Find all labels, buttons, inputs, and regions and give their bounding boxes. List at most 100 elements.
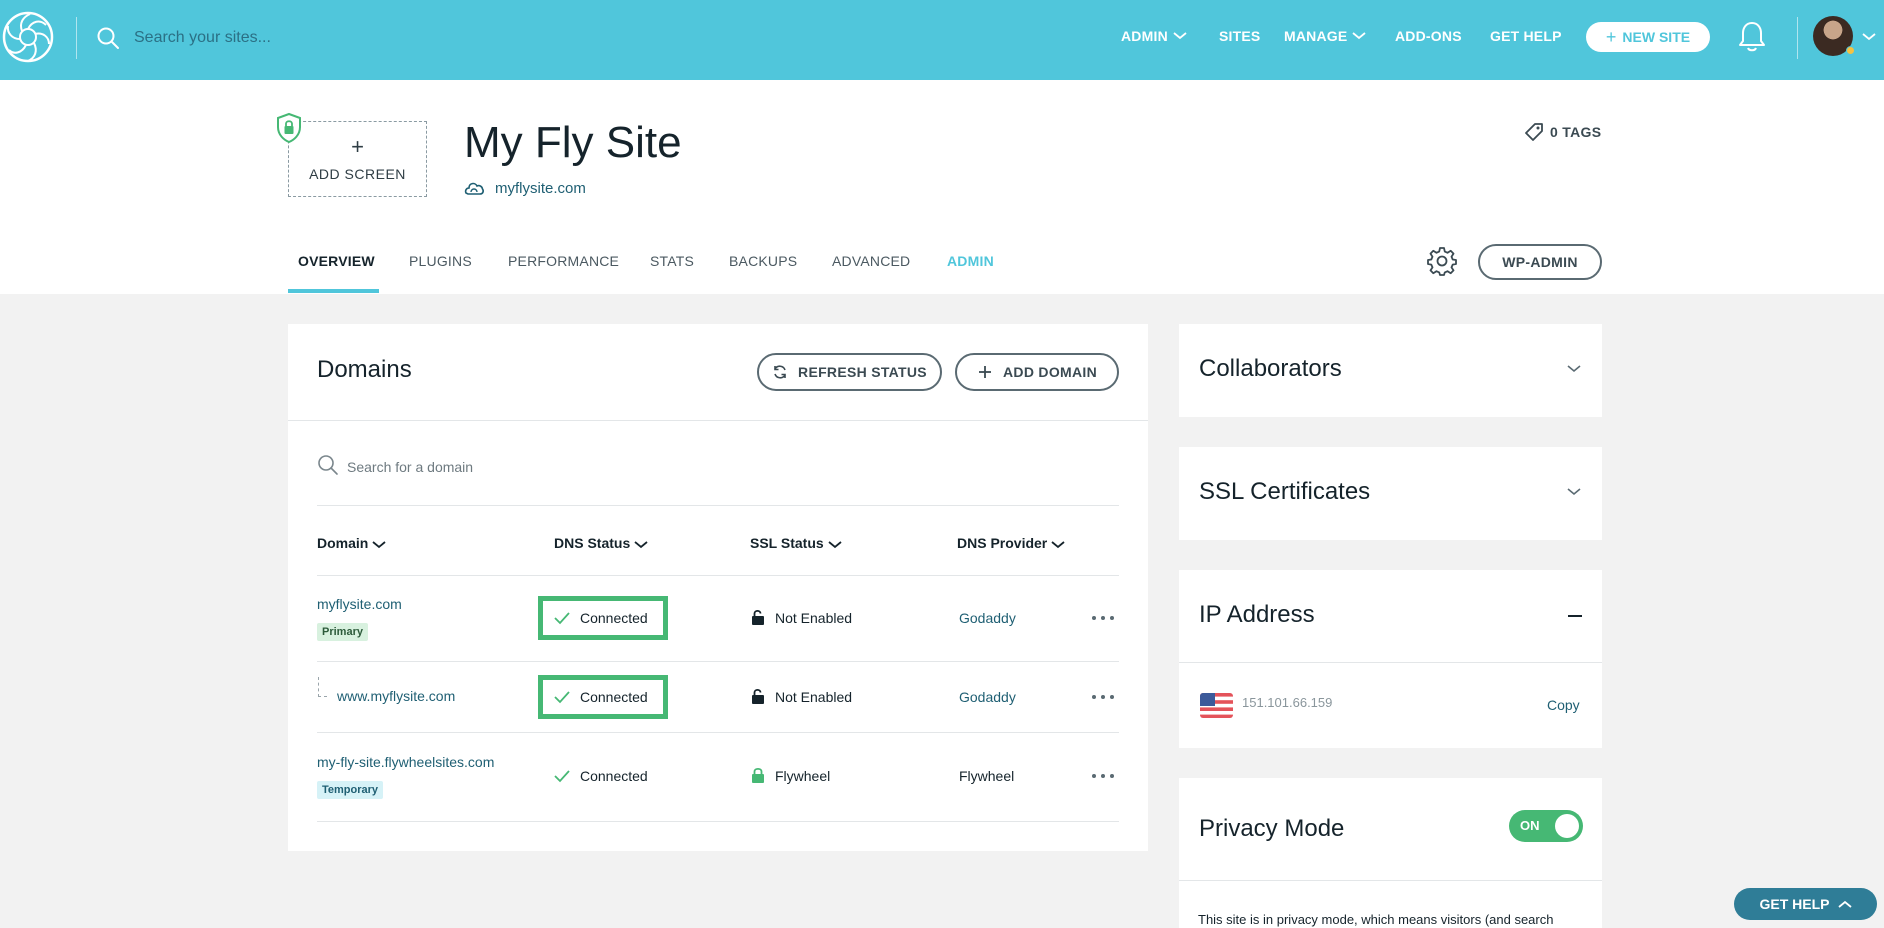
chevron-down-icon (372, 540, 386, 548)
flywheel-logo-icon[interactable] (2, 11, 54, 63)
column-header-ssl-status[interactable]: SSL Status (750, 535, 842, 551)
toggle-state-label: ON (1520, 818, 1540, 833)
chevron-down-icon[interactable] (1567, 488, 1581, 496)
add-domain-button[interactable]: ADD DOMAIN (955, 353, 1119, 391)
bell-icon[interactable] (1738, 20, 1766, 52)
divider (1179, 880, 1602, 881)
nav-admin-label: ADMIN (1121, 28, 1168, 44)
add-screen-button[interactable]: + ADD SCREEN (288, 121, 427, 197)
nav-manage-label: MANAGE (1284, 28, 1348, 44)
tab-backups[interactable]: BACKUPS (729, 253, 797, 269)
unlock-icon (752, 609, 764, 625)
column-header-dns-status[interactable]: DNS Status (554, 535, 648, 551)
chevron-up-icon (1837, 900, 1852, 908)
topbar-divider (1797, 17, 1798, 59)
ip-address-title: IP Address (1199, 601, 1315, 628)
page-title: My Fly Site (464, 118, 682, 167)
ssl-certificates-title: SSL Certificates (1199, 478, 1371, 505)
site-search-input[interactable] (134, 24, 494, 52)
dns-status: Connected (554, 689, 648, 705)
more-options-icon[interactable] (1091, 615, 1115, 621)
divider (317, 661, 1119, 662)
tab-plugins[interactable]: PLUGINS (409, 253, 472, 269)
tab-admin[interactable]: ADMIN (947, 253, 994, 269)
ssl-status: Not Enabled (751, 609, 852, 626)
nav-sites[interactable]: SITES (1219, 28, 1260, 44)
active-tab-indicator (288, 289, 379, 293)
chevron-down-icon[interactable] (1862, 33, 1876, 41)
get-help-button[interactable]: GET HELP (1734, 888, 1877, 920)
divider (317, 505, 1119, 506)
privacy-mode-card (1179, 778, 1602, 928)
column-header-label: DNS Provider (957, 535, 1048, 551)
wp-admin-button[interactable]: WP-ADMIN (1478, 244, 1602, 280)
dns-status-label: Connected (580, 768, 648, 784)
tags-label: 0 TAGS (1550, 124, 1602, 140)
toggle-knob (1555, 814, 1579, 838)
divider (288, 420, 1148, 421)
domain-link[interactable]: www.myflysite.com (337, 688, 455, 704)
nav-get-help[interactable]: GET HELP (1490, 28, 1562, 44)
refresh-status-button[interactable]: REFRESH STATUS (757, 353, 942, 391)
divider (317, 821, 1119, 822)
dns-provider: Flywheel (959, 768, 1015, 784)
ssl-status-label: Flywheel (775, 767, 831, 784)
tab-advanced[interactable]: ADVANCED (832, 253, 910, 269)
more-options-icon[interactable] (1091, 773, 1115, 779)
unlock-icon (752, 688, 764, 704)
new-site-button[interactable]: + NEW SITE (1586, 22, 1710, 52)
ip-address-card (1179, 570, 1602, 748)
site-url-link[interactable]: myflysite.com (495, 180, 586, 197)
column-header-label: DNS Status (554, 535, 631, 551)
new-site-label: NEW SITE (1622, 29, 1691, 45)
privacy-mode-title: Privacy Mode (1199, 815, 1345, 842)
nav-admin[interactable]: ADMIN (1121, 28, 1187, 44)
search-icon (97, 27, 119, 49)
ip-address-value: 151.101.66.159 (1242, 695, 1333, 710)
domain-link[interactable]: my-fly-site.flywheelsites.com (317, 754, 494, 770)
column-header-label: Domain (317, 535, 369, 551)
more-options-icon[interactable] (1091, 694, 1115, 700)
dns-provider-link[interactable]: Godaddy (959, 689, 1016, 705)
column-header-domain[interactable]: Domain (317, 535, 386, 551)
tags-button[interactable]: 0 TAGS (1524, 122, 1601, 142)
domains-title: Domains (317, 356, 412, 383)
copy-ip-link[interactable]: Copy (1547, 697, 1580, 713)
add-screen-label: ADD SCREEN (309, 166, 406, 182)
domain-search-input[interactable] (347, 456, 847, 478)
ssl-status: Not Enabled (751, 688, 852, 705)
shield-lock-icon (277, 112, 301, 144)
check-icon (554, 691, 570, 704)
plus-icon: + (1605, 27, 1617, 47)
nav-get-help-label: GET HELP (1490, 28, 1562, 44)
tab-stats[interactable]: STATS (650, 253, 694, 269)
divider (317, 732, 1119, 733)
chevron-down-icon (1352, 32, 1366, 40)
domain-link[interactable]: myflysite.com (317, 596, 402, 612)
collapse-icon[interactable] (1568, 615, 1582, 617)
ssl-status-label: Not Enabled (775, 688, 853, 705)
dns-status: Connected (554, 768, 648, 784)
tag-icon (1525, 123, 1543, 141)
refresh-icon (774, 365, 786, 379)
chevron-down-icon[interactable] (1567, 365, 1581, 373)
chevron-down-icon (1173, 32, 1187, 40)
search-icon (318, 455, 338, 475)
gear-icon[interactable] (1427, 246, 1457, 276)
check-icon (554, 770, 570, 783)
dns-provider-link[interactable]: Godaddy (959, 610, 1016, 626)
nav-add-ons-label: ADD-ONS (1395, 28, 1462, 44)
primary-badge: Primary (317, 623, 368, 641)
subdomain-connector (318, 677, 327, 697)
tab-performance[interactable]: PERFORMANCE (508, 253, 619, 269)
nav-manage[interactable]: MANAGE (1284, 28, 1366, 44)
column-header-dns-provider[interactable]: DNS Provider (957, 535, 1065, 551)
chevron-down-icon (828, 540, 842, 548)
us-flag-icon (1200, 693, 1233, 718)
divider (1179, 662, 1602, 663)
tab-overview[interactable]: OVERVIEW (298, 253, 375, 269)
nav-add-ons[interactable]: ADD-ONS (1395, 28, 1462, 44)
plus-icon (979, 366, 991, 378)
dns-status: Connected (554, 610, 648, 626)
privacy-mode-toggle[interactable]: ON (1509, 810, 1583, 842)
